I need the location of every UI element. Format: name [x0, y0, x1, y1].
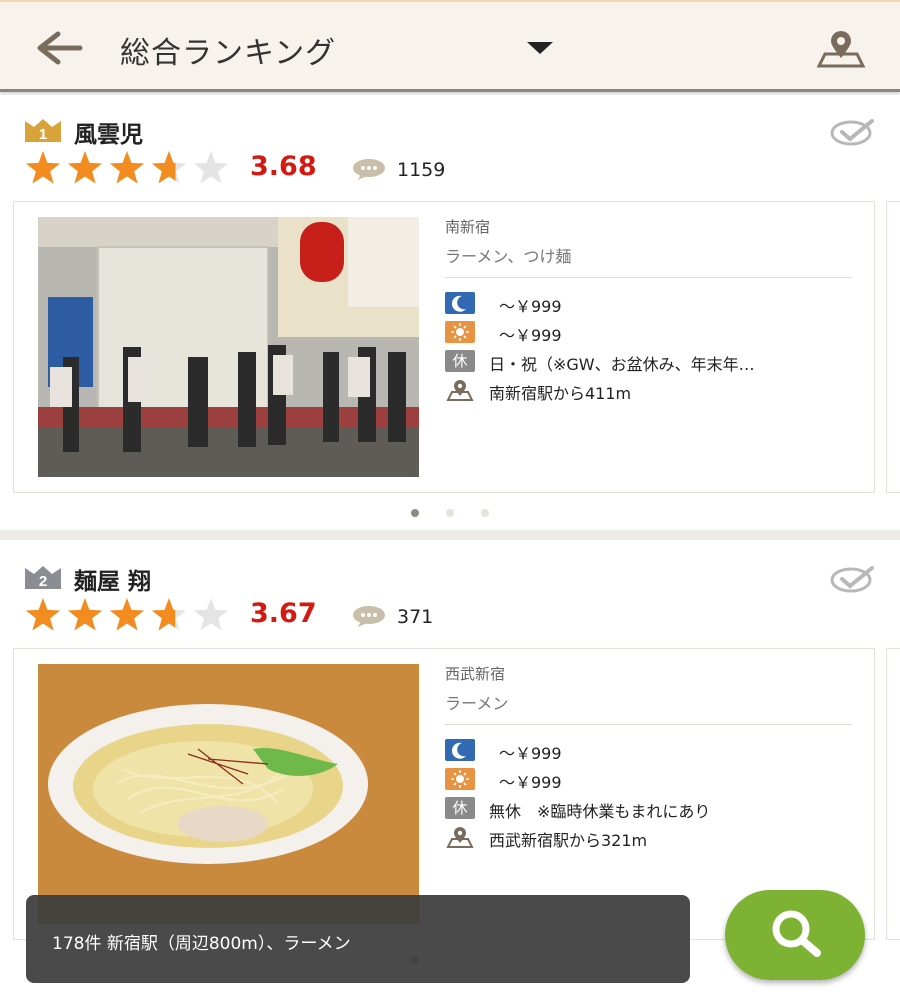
lunch-price-row: ～￥999 — [445, 321, 865, 345]
carousel-dot[interactable] — [411, 509, 419, 517]
next-panel-peek[interactable] — [886, 648, 900, 940]
star-filled — [109, 151, 145, 184]
back-button[interactable] — [36, 30, 84, 66]
carousel-dot[interactable] — [446, 509, 454, 517]
review-count[interactable]: 1159 — [397, 159, 445, 181]
carousel-indicator — [405, 509, 495, 519]
lunch-price: ～￥999 — [499, 773, 562, 792]
shop-name[interactable]: 風雲児 — [74, 115, 143, 149]
distance-row: 西武新宿駅から321m — [445, 826, 865, 850]
rank-number: 1 — [39, 126, 47, 143]
sun-icon — [445, 321, 475, 343]
lunch-price-row: ～￥999 — [445, 768, 865, 792]
rating-stars — [25, 598, 229, 631]
crown-silver-icon: 2 — [25, 566, 61, 590]
dinner-price: ～￥999 — [499, 297, 562, 316]
carousel-dot[interactable] — [481, 509, 489, 517]
result-summary: 178件 新宿駅（周辺800m）、ラーメン — [52, 934, 351, 954]
moon-icon — [445, 292, 475, 314]
distance-row: 南新宿駅から411m — [445, 379, 865, 403]
holiday-text: 日・祝（※GW、お盆休み、年末年… — [489, 355, 755, 374]
review-count[interactable]: 371 — [397, 606, 433, 628]
dinner-price-row: ～￥999 — [445, 292, 865, 316]
visited-check-icon[interactable] — [830, 562, 876, 598]
crown-gold-icon: 1 — [25, 119, 61, 143]
page-title[interactable]: 総合ランキング — [120, 28, 336, 72]
star-empty — [193, 151, 229, 184]
star-filled — [25, 151, 61, 184]
rating-stars — [25, 151, 229, 184]
app-screen: 総合ランキング 1 風雲児 3.68 1159 南新宿 ラーメン、つけ麺 ～￥9… — [0, 0, 900, 1000]
dinner-price: ～￥999 — [499, 744, 562, 763]
card-separator — [0, 530, 900, 540]
search-button[interactable] — [725, 890, 865, 980]
lunch-price: ～￥999 — [499, 326, 562, 345]
visited-check-icon[interactable] — [830, 115, 876, 151]
rating-score: 3.68 — [250, 151, 317, 182]
star-filled — [67, 151, 103, 184]
location-pin-icon — [446, 380, 474, 401]
location-pin-icon — [446, 827, 474, 848]
genre: ラーメン — [445, 694, 509, 713]
top-app-bar: 総合ランキング — [0, 0, 900, 92]
ranking-dropdown-button[interactable] — [520, 32, 560, 62]
next-panel-peek[interactable] — [886, 201, 900, 493]
star-filled — [67, 598, 103, 631]
sun-icon — [445, 768, 475, 790]
speech-bubble-icon — [353, 159, 385, 180]
result-snackbar: 178件 新宿駅（周辺800m）、ラーメン — [26, 895, 690, 983]
shop-photo[interactable] — [38, 664, 419, 924]
divider — [445, 724, 852, 725]
shop-name[interactable]: 麺屋 翔 — [74, 562, 151, 596]
holiday-row: 休 無休 ※臨時休業もまれにあり — [445, 797, 865, 821]
star-empty — [193, 598, 229, 631]
map-pin-icon — [816, 31, 866, 68]
shop-card[interactable]: 1 風雲児 3.68 1159 南新宿 ラーメン、つけ麺 ～￥999 ～￥999… — [0, 95, 900, 530]
star-filled — [109, 598, 145, 631]
caret-down-icon — [527, 42, 553, 54]
holiday-icon: 休 — [445, 350, 475, 372]
holiday-text: 無休 ※臨時休業もまれにあり — [489, 802, 711, 821]
rating-score: 3.67 — [250, 598, 317, 629]
shop-detail-panel[interactable]: 南新宿 ラーメン、つけ麺 ～￥999 ～￥999 休 日・祝（※GW、お盆休み、… — [13, 201, 875, 493]
station-name: 西武新宿 — [445, 665, 506, 683]
holiday-row: 休 日・祝（※GW、お盆休み、年末年… — [445, 350, 865, 374]
map-view-button[interactable] — [815, 30, 867, 70]
genre: ラーメン、つけ麺 — [445, 247, 572, 266]
speech-bubble-icon — [353, 606, 385, 627]
divider — [445, 277, 852, 278]
distance-text: 南新宿駅から411m — [489, 384, 632, 403]
arrow-left-icon — [37, 31, 83, 65]
shop-photo[interactable] — [38, 217, 419, 477]
dinner-price-row: ～￥999 — [445, 739, 865, 763]
search-icon — [772, 910, 821, 957]
distance-text: 西武新宿駅から321m — [489, 831, 648, 850]
star-filled — [25, 598, 61, 631]
station-name: 南新宿 — [445, 218, 491, 236]
moon-icon — [445, 739, 475, 761]
rank-number: 2 — [39, 573, 47, 590]
holiday-icon: 休 — [445, 797, 475, 819]
